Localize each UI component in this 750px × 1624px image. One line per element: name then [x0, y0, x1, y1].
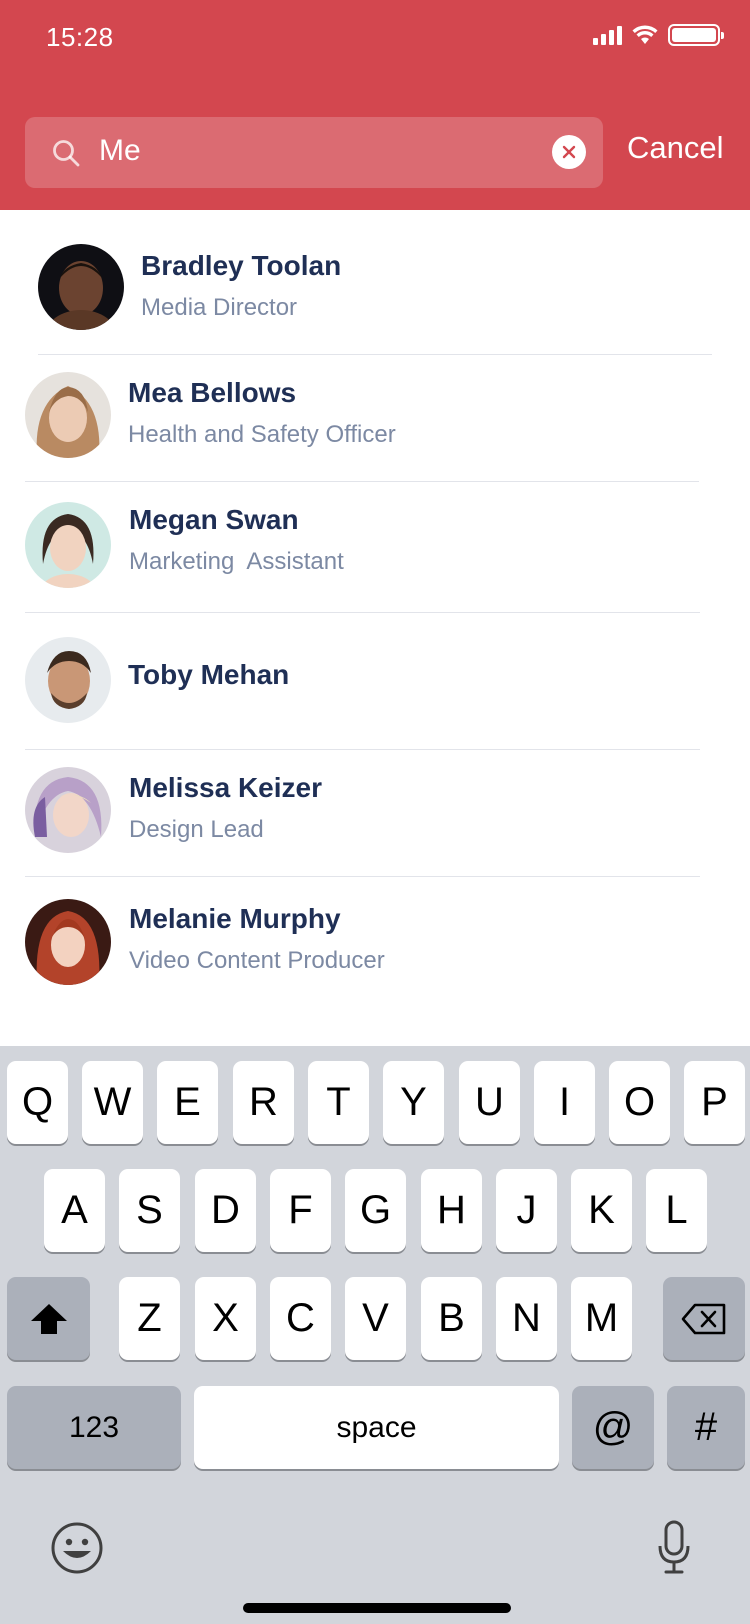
list-item[interactable]: Megan Swan Marketing Assistant	[0, 482, 750, 613]
key-n[interactable]: N	[496, 1277, 557, 1360]
emoji-icon[interactable]	[50, 1521, 104, 1575]
hash-key[interactable]: #	[667, 1386, 745, 1469]
contact-role: Video Content Producer	[129, 947, 385, 974]
signal-icon	[593, 25, 622, 45]
avatar	[25, 899, 111, 985]
avatar	[25, 767, 111, 853]
key-u[interactable]: U	[459, 1061, 520, 1144]
contact-name: Bradley Toolan	[141, 250, 342, 281]
backspace-icon	[681, 1303, 726, 1334]
key-c[interactable]: C	[270, 1277, 331, 1360]
at-key[interactable]: @	[572, 1386, 654, 1469]
list-item[interactable]: Mea Bellows Health and Safety Officer	[0, 355, 750, 482]
battery-icon	[668, 24, 724, 46]
contact-name: Mea Bellows	[128, 377, 297, 408]
avatar	[38, 244, 124, 330]
key-k[interactable]: K	[571, 1169, 632, 1252]
wifi-icon	[632, 25, 658, 44]
key-h[interactable]: H	[421, 1169, 482, 1252]
contact-role: Media Director	[141, 294, 298, 321]
key-z[interactable]: Z	[119, 1277, 180, 1360]
key-f[interactable]: F	[270, 1169, 331, 1252]
contact-name: Melissa Keizer	[129, 772, 322, 803]
contact-name: Toby Mehan	[128, 659, 290, 690]
delete-key[interactable]	[663, 1277, 745, 1360]
cancel-button[interactable]: Cancel	[627, 130, 724, 166]
close-icon	[562, 145, 576, 159]
key-x[interactable]: X	[195, 1277, 256, 1360]
key-e[interactable]: E	[157, 1061, 218, 1144]
home-indicator[interactable]	[243, 1603, 511, 1613]
key-a[interactable]: A	[44, 1169, 105, 1252]
key-r[interactable]: R	[233, 1061, 294, 1144]
shift-icon	[30, 1303, 67, 1334]
clear-search-button[interactable]	[552, 135, 586, 169]
search-header: 15:28 Me Cancel	[0, 0, 750, 210]
search-query: Me	[99, 134, 141, 167]
key-i[interactable]: I	[534, 1061, 595, 1144]
status-icons	[593, 24, 724, 46]
contact-name: Megan Swan	[129, 504, 299, 535]
status-time: 15:28	[46, 22, 114, 52]
space-key[interactable]: space	[194, 1386, 559, 1469]
key-g[interactable]: G	[345, 1169, 406, 1252]
list-item[interactable]: Bradley Toolan Media Director	[0, 210, 750, 355]
key-y[interactable]: Y	[383, 1061, 444, 1144]
contact-role: Design Lead	[129, 816, 264, 843]
key-s[interactable]: S	[119, 1169, 180, 1252]
search-input[interactable]: Me	[25, 117, 603, 188]
list-item[interactable]: Melanie Murphy Video Content Producer	[0, 877, 750, 1012]
key-m[interactable]: M	[571, 1277, 632, 1360]
list-item[interactable]: Toby Mehan	[0, 613, 750, 750]
contact-name: Melanie Murphy	[129, 903, 341, 934]
numbers-key[interactable]: 123	[7, 1386, 181, 1469]
key-l[interactable]: L	[646, 1169, 707, 1252]
avatar	[25, 502, 111, 588]
contact-role: Marketing Assistant	[129, 548, 344, 575]
key-j[interactable]: J	[496, 1169, 557, 1252]
avatar	[25, 637, 111, 723]
key-t[interactable]: T	[308, 1061, 369, 1144]
key-b[interactable]: B	[421, 1277, 482, 1360]
key-d[interactable]: D	[195, 1169, 256, 1252]
keyboard: Q W E R T Y U I O P A S D F G H J K L Z …	[0, 1046, 750, 1624]
key-p[interactable]: P	[684, 1061, 745, 1144]
contact-role: Health and Safety Officer	[128, 421, 396, 448]
search-icon	[53, 140, 80, 167]
shift-key[interactable]	[7, 1277, 90, 1360]
key-v[interactable]: V	[345, 1277, 406, 1360]
microphone-icon[interactable]	[656, 1520, 692, 1576]
key-q[interactable]: Q	[7, 1061, 68, 1144]
list-item[interactable]: Melissa Keizer Design Lead	[0, 750, 750, 877]
key-o[interactable]: O	[609, 1061, 670, 1144]
avatar	[25, 372, 111, 458]
key-w[interactable]: W	[82, 1061, 143, 1144]
